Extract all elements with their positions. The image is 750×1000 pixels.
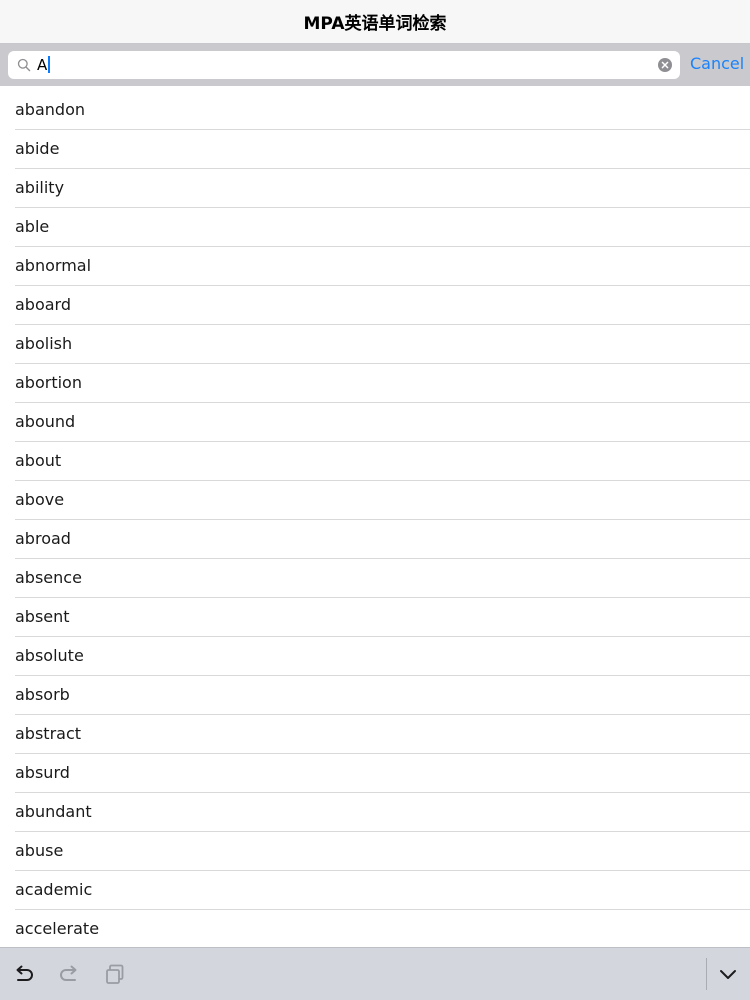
list-item[interactable]: ability bbox=[0, 169, 750, 208]
word-label: abstract bbox=[15, 724, 82, 743]
list-item[interactable]: absence bbox=[0, 559, 750, 598]
dismiss-keyboard-button[interactable] bbox=[715, 961, 741, 987]
list-item[interactable]: abnormal bbox=[0, 247, 750, 286]
word-label: above bbox=[15, 490, 65, 509]
paste-button[interactable] bbox=[101, 961, 127, 987]
word-label: academic bbox=[15, 880, 93, 899]
redo-icon bbox=[60, 965, 77, 981]
word-label: abandon bbox=[15, 100, 85, 119]
text-caret bbox=[48, 56, 51, 73]
word-label: absent bbox=[15, 607, 70, 626]
list-item[interactable]: academic bbox=[0, 871, 750, 910]
list-item[interactable]: absurd bbox=[0, 754, 750, 793]
list-item[interactable]: abstract bbox=[0, 715, 750, 754]
page-title: MPA英语单词检索 bbox=[303, 14, 447, 34]
chevron-down-icon bbox=[720, 970, 736, 979]
list-item[interactable]: absorb bbox=[0, 676, 750, 715]
keyboard-toolbar bbox=[0, 947, 750, 1000]
list-item[interactable]: accelerate bbox=[0, 910, 750, 947]
word-label: ability bbox=[15, 178, 65, 197]
word-list: abandon abide ability able abnormal aboard abo… bbox=[0, 91, 750, 947]
word-label: aboard bbox=[15, 295, 72, 314]
word-label: abide bbox=[15, 139, 60, 158]
word-label: able bbox=[15, 217, 50, 236]
list-item[interactable]: abound bbox=[0, 403, 750, 442]
word-label: absorb bbox=[15, 685, 70, 704]
list-item[interactable]: above bbox=[0, 481, 750, 520]
word-label: about bbox=[15, 451, 62, 470]
list-item[interactable]: abandon bbox=[0, 91, 750, 130]
list-item[interactable]: absent bbox=[0, 598, 750, 637]
word-label: absolute bbox=[15, 646, 84, 665]
search-query-text: A bbox=[37, 51, 51, 79]
redo-button[interactable] bbox=[56, 961, 82, 987]
list-item[interactable]: aboard bbox=[0, 286, 750, 325]
navigation-bar: MPA英语单词检索 bbox=[0, 0, 750, 44]
word-label: absence bbox=[15, 568, 82, 587]
list-item[interactable]: absolute bbox=[0, 637, 750, 676]
list-item[interactable]: able bbox=[0, 208, 750, 247]
cancel-button[interactable]: Cancel bbox=[690, 44, 744, 86]
search-input[interactable]: A bbox=[8, 51, 680, 79]
list-item[interactable]: abuse bbox=[0, 832, 750, 871]
word-label: abroad bbox=[15, 529, 71, 548]
word-label: absurd bbox=[15, 763, 70, 782]
word-label: accelerate bbox=[15, 919, 100, 938]
app-window: MPA英语单词检索 A Cancel abandon abide ability ab… bbox=[0, 0, 750, 1000]
word-label: abound bbox=[15, 412, 76, 431]
search-icon bbox=[17, 58, 31, 72]
list-item[interactable]: abortion bbox=[0, 364, 750, 403]
list-item[interactable]: about bbox=[0, 442, 750, 481]
list-item[interactable]: abolish bbox=[0, 325, 750, 364]
word-label: abnormal bbox=[15, 256, 92, 275]
clear-icon[interactable] bbox=[658, 58, 672, 72]
toolbar-divider bbox=[706, 958, 707, 990]
paste-icon bbox=[106, 964, 124, 984]
undo-button[interactable] bbox=[11, 961, 37, 987]
undo-icon bbox=[16, 965, 33, 981]
list-item[interactable]: abide bbox=[0, 130, 750, 169]
word-label: abundant bbox=[15, 802, 92, 821]
word-label: abuse bbox=[15, 841, 64, 860]
word-label: abolish bbox=[15, 334, 73, 353]
search-bar: A Cancel bbox=[0, 44, 750, 86]
list-item[interactable]: abundant bbox=[0, 793, 750, 832]
word-label: abortion bbox=[15, 373, 82, 392]
list-item[interactable]: abroad bbox=[0, 520, 750, 559]
